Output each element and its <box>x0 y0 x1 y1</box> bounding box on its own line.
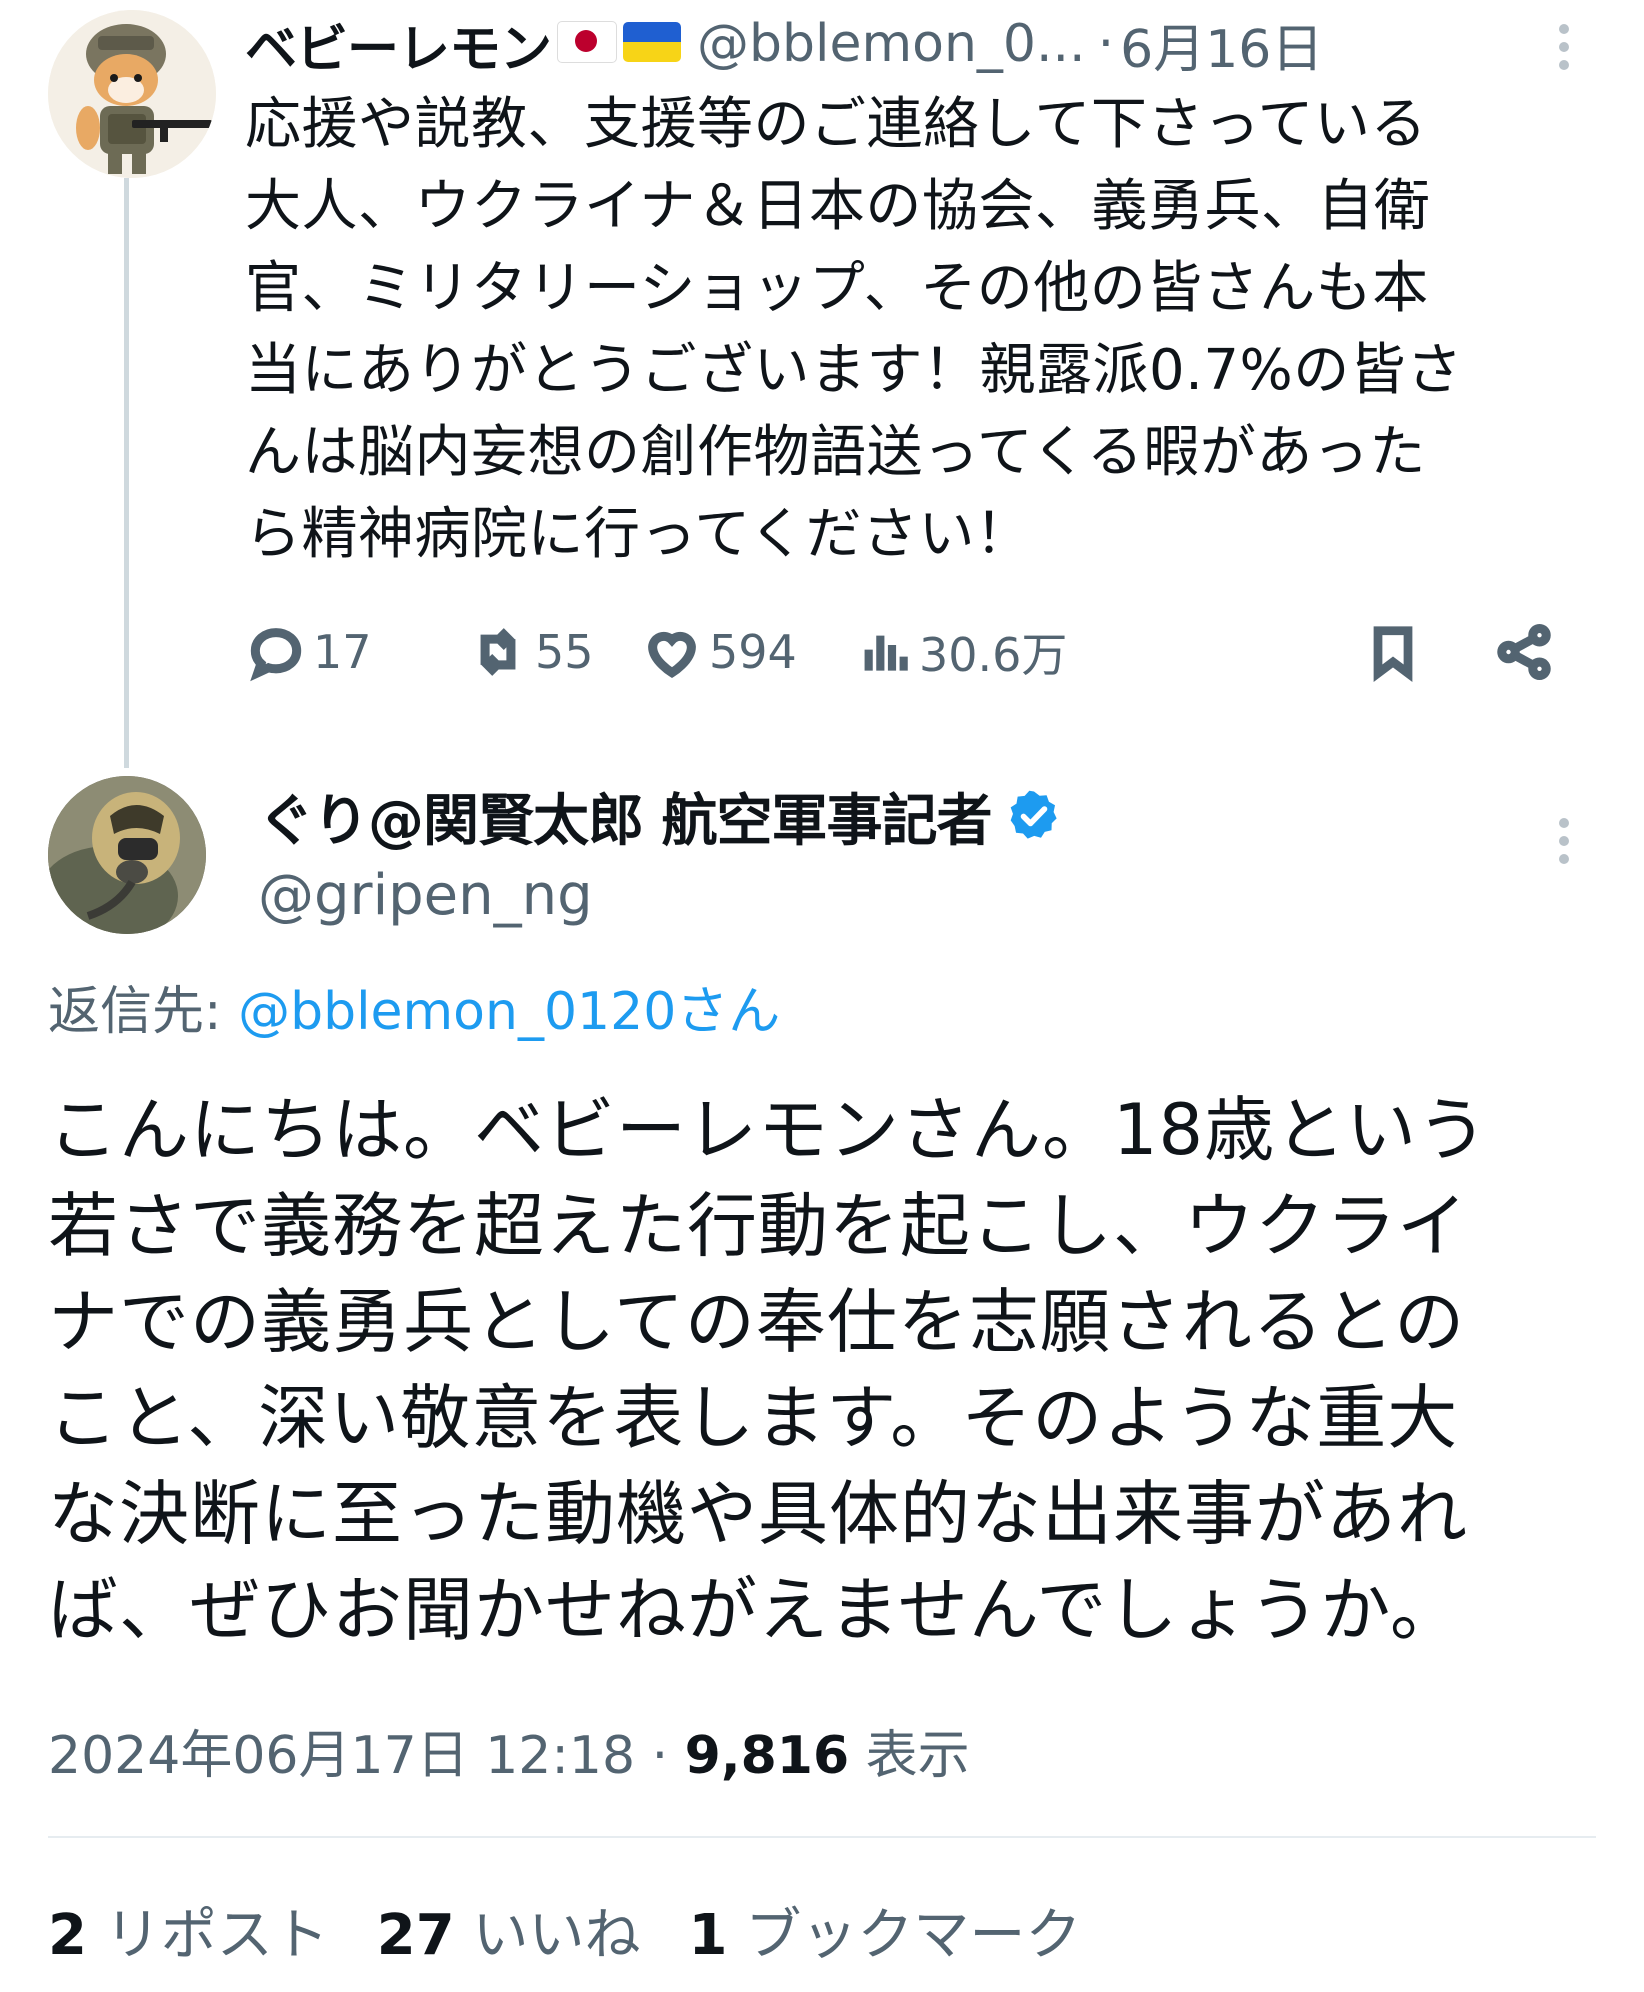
tweet-timestamp[interactable]: 2024年06月17日 12:18 <box>48 1726 635 1786</box>
replying-to-mention[interactable]: @bblemon_0120さん <box>238 982 780 1042</box>
ukraine-flag-icon <box>623 22 682 62</box>
separator-dot: · <box>1097 14 1115 74</box>
reply-handle[interactable]: @gripen_ng <box>258 856 593 936</box>
tweet-meta-line: 2024年06月17日 12:18 · 9,816 表示 <box>48 1716 970 1796</box>
heart-icon <box>648 631 696 678</box>
view-label: 表示 <box>865 1726 970 1786</box>
reply-tweet-text: こんにちは。ベビーレモンさん。18歳という 若さで義務を超えた行動を起こし、ウク… <box>48 1089 1489 1651</box>
parent-date[interactable]: 6月16日 <box>1120 7 1323 82</box>
bookmarks-count: 1 <box>688 1903 728 1968</box>
reposts-count: 2 <box>48 1903 87 1968</box>
replying-to-label: 返信先: <box>48 982 239 1042</box>
bookmark-button[interactable] <box>1363 612 1423 692</box>
engagement-stats: 2 リポスト 27 いいね 1 ブックマーク <box>48 1896 1081 1976</box>
replying-to-line: 返信先: @bblemon_0120さん <box>48 972 780 1052</box>
likes-stat[interactable]: 27 いいね <box>377 1903 641 1968</box>
repost-count: 55 <box>535 625 594 679</box>
meta-separator: · <box>651 1726 669 1786</box>
reply-count: 17 <box>313 625 372 679</box>
bookmark-icon <box>1373 626 1413 682</box>
parent-display-name[interactable]: ベビーレモン <box>245 7 552 82</box>
view-count: 9,816 <box>684 1726 850 1786</box>
like-button[interactable]: 594 <box>641 612 797 692</box>
thread-connector-line <box>124 178 129 768</box>
analytics-icon <box>864 635 908 671</box>
share-button[interactable] <box>1493 612 1555 692</box>
reposts-stat[interactable]: 2 リポスト <box>48 1903 329 1968</box>
bookmarks-stat[interactable]: 1 ブックマーク <box>689 1903 1082 1968</box>
stats-divider <box>48 1836 1596 1838</box>
share-icon <box>1497 623 1551 681</box>
repost-button[interactable]: 55 <box>467 612 594 692</box>
likes-label: いいね <box>472 1903 641 1968</box>
parent-more-options-icon[interactable] <box>1554 24 1574 84</box>
japan-flag-icon <box>557 21 618 63</box>
avatar-bblemon[interactable] <box>48 10 216 178</box>
parent-handle[interactable]: @bblemon_0... <box>697 14 1086 74</box>
reposts-label: リポスト <box>104 1903 329 1968</box>
reply-button[interactable]: 17 <box>245 612 372 692</box>
reply-more-options-icon[interactable] <box>1554 818 1574 878</box>
views-count: 30.6万 <box>919 628 1068 682</box>
verified-badge-icon <box>1010 790 1057 839</box>
views-button[interactable]: 30.6万 <box>857 612 1067 692</box>
parent-action-bar: 17 55 594 30.6万 <box>245 612 1585 692</box>
like-count: 594 <box>709 625 797 679</box>
repost-icon <box>480 628 516 676</box>
bookmarks-label: ブックマーク <box>745 1903 1082 1968</box>
reply-display-name-row: ぐり@関賢太郎 航空軍事記者 <box>258 776 1062 856</box>
parent-tweet-header: ベビーレモン @bblemon_0... · 6月16日 <box>245 8 1323 80</box>
parent-tweet-text: 応援や説教、支援等のご連絡して下さっている 大人、ウクライナ＆日本の協会、義勇兵… <box>245 92 1463 567</box>
avatar-gripen[interactable] <box>48 776 206 934</box>
reply-display-name[interactable]: ぐり@関賢太郎 航空軍事記者 <box>258 776 992 857</box>
reply-icon <box>250 628 302 682</box>
likes-count: 27 <box>376 1903 455 1968</box>
